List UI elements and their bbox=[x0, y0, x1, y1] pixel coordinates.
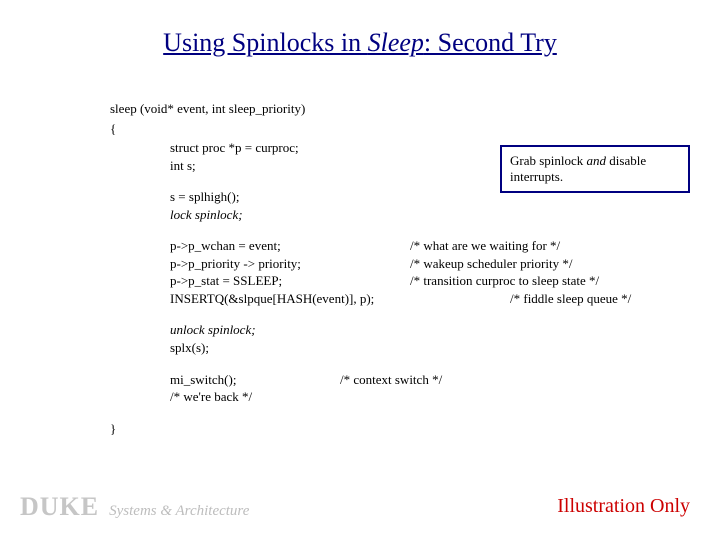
body-line-2: p->p_priority -> priority; /* wakeup sch… bbox=[170, 255, 670, 273]
back-comment: /* we're back */ bbox=[170, 388, 670, 406]
brace-close: } bbox=[110, 420, 670, 438]
duke-logo-text: DUKE bbox=[20, 492, 99, 522]
unlock-spinlock-line: unlock spinlock; bbox=[170, 321, 670, 339]
body-block: p->p_wchan = event; /* what are we waiti… bbox=[110, 237, 670, 307]
switch-line: mi_switch(); /* context switch */ bbox=[170, 371, 670, 389]
footer-left: DUKE Systems & Architecture bbox=[20, 492, 249, 522]
body1-code: p->p_wchan = event; bbox=[170, 237, 410, 255]
body-line-1: p->p_wchan = event; /* what are we waiti… bbox=[170, 237, 670, 255]
splx-line: splx(s); bbox=[170, 339, 670, 357]
body2-comment: /* wakeup scheduler priority */ bbox=[410, 255, 572, 273]
illustration-only-label: Illustration Only bbox=[557, 495, 690, 518]
callout-and: and bbox=[587, 153, 607, 168]
switch-block: mi_switch(); /* context switch */ /* we'… bbox=[110, 371, 670, 406]
fn-signature: sleep (void* event, int sleep_priority) bbox=[110, 100, 670, 118]
lock-spinlock-line: lock spinlock; bbox=[170, 206, 670, 224]
brace-open: { bbox=[110, 120, 670, 138]
body4-comment: /* fiddle sleep queue */ bbox=[510, 290, 631, 308]
title-suffix: : Second Try bbox=[424, 28, 557, 57]
body3-comment: /* transition curproc to sleep state */ bbox=[410, 272, 599, 290]
systems-arch-text: Systems & Architecture bbox=[109, 503, 249, 520]
body-line-4: INSERTQ(&slpque[HASH(event)], p); /* fid… bbox=[170, 290, 670, 308]
body4-code: INSERTQ(&slpque[HASH(event)], p); bbox=[170, 290, 510, 308]
callout-box: Grab spinlock and disable interrupts. bbox=[500, 145, 690, 193]
unlock-block: unlock spinlock; splx(s); bbox=[110, 321, 670, 356]
title-prefix: Using Spinlocks in bbox=[163, 28, 367, 57]
body3-code: p->p_stat = SSLEEP; bbox=[170, 272, 410, 290]
title-em: Sleep bbox=[368, 28, 424, 57]
slide-title: Using Spinlocks in Sleep: Second Try bbox=[0, 0, 720, 68]
body-line-3: p->p_stat = SSLEEP; /* transition curpro… bbox=[170, 272, 670, 290]
body2-code: p->p_priority -> priority; bbox=[170, 255, 410, 273]
switch-comment: /* context switch */ bbox=[340, 371, 442, 389]
lock-block: s = splhigh(); lock spinlock; bbox=[110, 188, 670, 223]
body1-comment: /* what are we waiting for */ bbox=[410, 237, 560, 255]
callout-pre: Grab spinlock bbox=[510, 153, 587, 168]
switch-code: mi_switch(); bbox=[170, 371, 340, 389]
